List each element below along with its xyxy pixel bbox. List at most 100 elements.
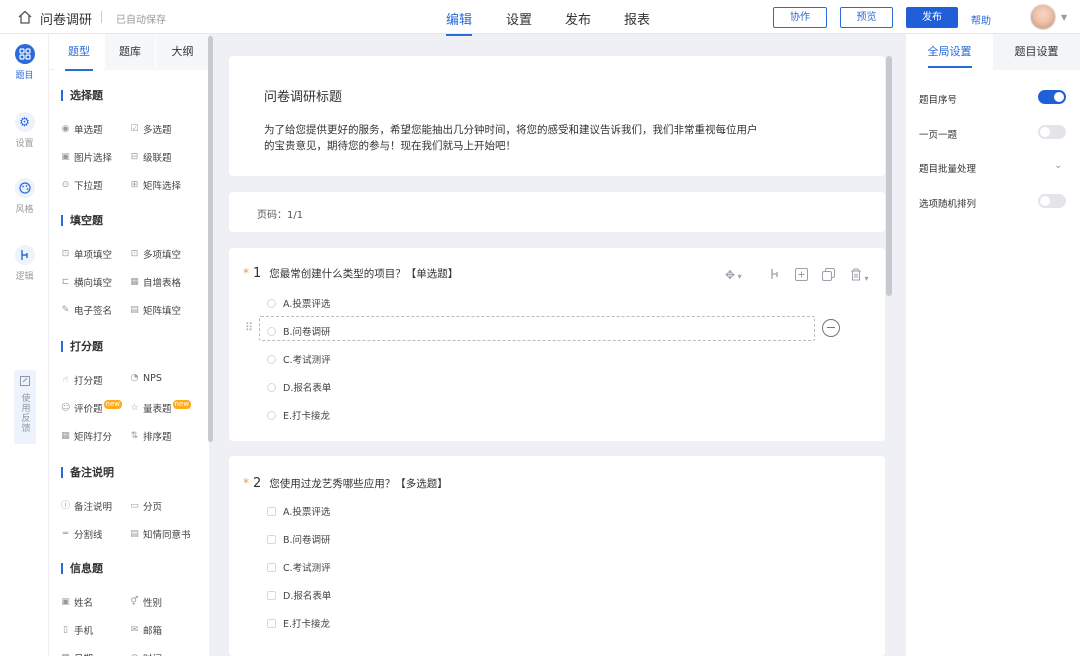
- chevron-down-icon[interactable]: ⌄: [1054, 160, 1062, 171]
- checkbox[interactable]: [267, 506, 276, 516]
- question-type-item[interactable]: ☆ 量表题 new: [130, 399, 191, 415]
- question-type-item[interactable]: ▦ 矩阵打分: [61, 429, 112, 443]
- smile-icon: ☺: [61, 402, 71, 413]
- question-text[interactable]: 您使用过龙艺秀哪些应用？【多选题】: [269, 476, 448, 491]
- question-card-1[interactable]: * 1 您最常创建什么类型的项目？【单选题】 ✥ ▾ ▾ ⠿ A.投票评选 B.问…: [229, 248, 885, 441]
- question-type-item[interactable]: ✉ 邮箱: [130, 623, 162, 637]
- rail-item-logic[interactable]: 逻辑: [0, 245, 49, 282]
- left-rail: 题目 ⚙ 设置 风格 逻辑 使用反馈: [0, 34, 49, 656]
- tab-outline[interactable]: 大纲: [156, 34, 209, 70]
- question-type-item[interactable]: ◷时间: [130, 651, 162, 656]
- question-number-toggle[interactable]: [1038, 90, 1066, 104]
- question-type-item[interactable]: ▣ 图片选择: [61, 150, 112, 164]
- question-type-item[interactable]: ⊙ 下拉题: [61, 178, 103, 192]
- option-item[interactable]: D.报名表单: [267, 380, 331, 394]
- question-type-item[interactable]: ▭ 分页: [130, 499, 162, 513]
- option-label: A.投票评选: [283, 299, 331, 310]
- option-item[interactable]: A.投票评选: [267, 504, 330, 518]
- question-type-item[interactable]: ✎ 电子签名: [61, 303, 112, 317]
- tab-types[interactable]: 题型: [55, 34, 103, 71]
- question-type-item[interactable]: ▣ 姓名: [61, 595, 93, 609]
- tab-question-settings[interactable]: 题目设置: [993, 34, 1080, 70]
- help-link[interactable]: 帮助: [971, 12, 991, 27]
- question-type-item[interactable]: ═ 分割线: [61, 527, 103, 541]
- feedback-button[interactable]: 使用反馈: [14, 370, 36, 444]
- radio-button[interactable]: [267, 382, 276, 392]
- copy-icon[interactable]: [822, 268, 835, 284]
- checkbox[interactable]: [267, 562, 276, 572]
- app-title: 问卷调研: [40, 13, 93, 28]
- publish-button[interactable]: 发布: [906, 7, 958, 28]
- question-text[interactable]: 您最常创建什么类型的项目？【单选题】: [269, 266, 458, 281]
- question-type-item[interactable]: ◉ 单选题: [61, 122, 103, 136]
- option-item[interactable]: A.投票评选: [267, 296, 330, 310]
- survey-title[interactable]: 问卷调研标题: [264, 86, 342, 105]
- move-icon[interactable]: ✥ ▾: [725, 268, 742, 282]
- radio-button[interactable]: [267, 410, 276, 420]
- question-type-item[interactable]: ☑ 多选题: [130, 122, 171, 136]
- checkbox[interactable]: [267, 618, 276, 628]
- question-type-item[interactable]: ▤ 矩阵填空: [130, 303, 181, 317]
- tab-publish[interactable]: 发布: [565, 9, 591, 28]
- tab-settings[interactable]: 设置: [506, 9, 532, 28]
- survey-header-card[interactable]: 问卷调研标题 为了给您提供更好的服务，希望您能抽出几分钟时间，将您的感受和建议告…: [229, 56, 885, 176]
- checkbox[interactable]: [267, 590, 276, 600]
- collab-button[interactable]: 协作: [773, 7, 827, 28]
- question-type-label: 排序题: [143, 432, 172, 443]
- question-type-item[interactable]: ▦ 自增表格: [130, 275, 181, 289]
- checkbox[interactable]: [267, 534, 276, 544]
- question-type-item[interactable]: ◔ NPS: [130, 373, 162, 384]
- question-type-item[interactable]: ⓘ 备注说明: [61, 499, 112, 513]
- random-options-toggle[interactable]: [1038, 194, 1066, 208]
- question-type-item[interactable]: ⊡ 单项填空: [61, 247, 112, 261]
- rail-item-questions[interactable]: 题目: [0, 44, 49, 81]
- drag-handle-icon[interactable]: ⠿: [245, 322, 253, 333]
- question-type-item[interactable]: ⚥ 性别: [130, 595, 162, 609]
- option-item[interactable]: E.打卡接龙: [267, 408, 330, 422]
- divider: [101, 11, 102, 23]
- rail-item-settings[interactable]: ⚙ 设置: [0, 112, 49, 149]
- question-type-item[interactable]: ⊟ 级联题: [130, 150, 172, 164]
- avatar[interactable]: [1030, 4, 1056, 30]
- rail-item-style[interactable]: 风格: [0, 178, 49, 215]
- option-item[interactable]: B.问卷调研: [267, 324, 331, 338]
- radio-button[interactable]: [267, 354, 276, 364]
- question-type-item[interactable]: ⊡ 多项填空: [130, 247, 181, 261]
- survey-description[interactable]: 为了给您提供更好的服务，希望您能抽出几分钟时间，将您的感受和建议告诉我们，我们非…: [264, 122, 764, 154]
- radio-button[interactable]: [267, 326, 276, 336]
- tab-library[interactable]: 题库: [105, 34, 155, 70]
- setting-label[interactable]: 题目批量处理: [919, 161, 976, 175]
- gear-icon: ⚙: [14, 112, 35, 132]
- option-item[interactable]: B.问卷调研: [267, 532, 331, 546]
- question-type-item[interactable]: ⊞ 矩阵选择: [130, 178, 181, 192]
- option-item[interactable]: C.考试测评: [267, 560, 331, 574]
- canvas-scrollbar[interactable]: [886, 56, 892, 296]
- option-item[interactable]: C.考试测评: [267, 352, 331, 366]
- radio-button[interactable]: [267, 298, 276, 308]
- question-type-item[interactable]: ▦日期: [61, 651, 93, 656]
- question-card-2[interactable]: * 2 您使用过龙艺秀哪些应用？【多选题】 A.投票评选 B.问卷调研 C.考试测评…: [229, 456, 885, 656]
- option-item[interactable]: D.报名表单: [267, 588, 331, 602]
- question-type-item[interactable]: ⇅ 排序题: [130, 429, 172, 443]
- thumb-icon: ☝: [62, 374, 69, 385]
- question-type-item[interactable]: ▤ 知情同意书: [130, 527, 190, 541]
- section-title: 备注说明: [61, 467, 114, 478]
- palette-scrollbar[interactable]: [208, 36, 213, 442]
- question-type-item[interactable]: ▯ 手机: [61, 623, 93, 637]
- home-icon[interactable]: [18, 10, 32, 24]
- tab-edit[interactable]: 编辑: [446, 9, 473, 36]
- tab-report[interactable]: 报表: [624, 9, 650, 28]
- remove-option-icon[interactable]: [822, 319, 840, 337]
- question-type-item[interactable]: ☺ 评价题 new: [61, 399, 122, 415]
- question-type-item[interactable]: ☝ 打分题: [61, 373, 103, 387]
- delete-icon[interactable]: ▾: [850, 268, 869, 284]
- add-icon[interactable]: [795, 268, 808, 284]
- feedback-label: 使用反馈: [19, 393, 30, 433]
- preview-button[interactable]: 预览: [840, 7, 893, 28]
- chevron-down-icon[interactable]: ▼: [1061, 13, 1067, 22]
- one-per-page-toggle[interactable]: [1038, 125, 1066, 139]
- logic-icon[interactable]: [769, 268, 781, 283]
- tab-global-settings[interactable]: 全局设置: [906, 34, 993, 70]
- option-item[interactable]: E.打卡接龙: [267, 616, 330, 630]
- question-type-item[interactable]: ⊏ 横向填空: [61, 275, 112, 289]
